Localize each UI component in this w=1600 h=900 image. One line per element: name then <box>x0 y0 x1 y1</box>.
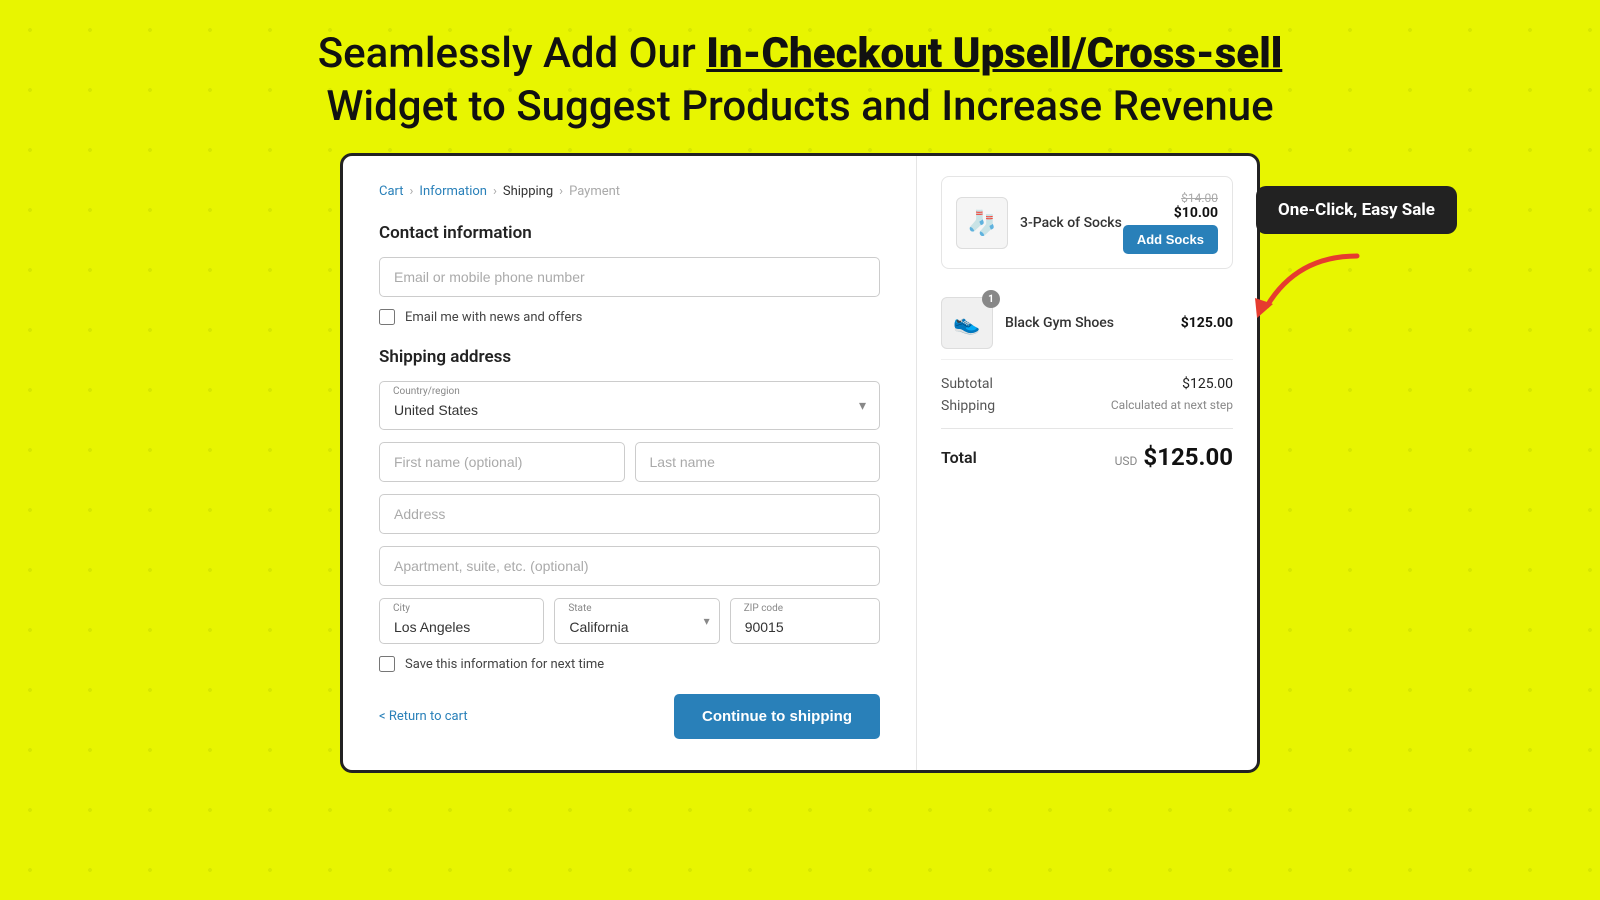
state-field: State California ▾ <box>554 598 719 644</box>
newsletter-label: Email me with news and offers <box>405 310 582 325</box>
contact-section-title: Contact information <box>379 223 880 243</box>
city-field: City <box>379 598 544 644</box>
continue-to-shipping-button[interactable]: Continue to shipping <box>674 694 880 739</box>
address-group <box>379 494 880 534</box>
city-label: City <box>393 603 410 614</box>
zip-label: ZIP code <box>744 603 783 614</box>
main-product-badge: 1 <box>982 290 1000 308</box>
upsell-product-card: 🧦 3-Pack of Socks $14.00 $10.00 Add Sock… <box>941 176 1233 269</box>
newsletter-row: Email me with news and offers <box>379 309 880 325</box>
zip-inner: ZIP code <box>730 598 880 644</box>
one-click-callout: One-Click, Easy Sale <box>1256 186 1457 234</box>
breadcrumb-shipping: Shipping <box>503 184 553 199</box>
callout-arrow-icon <box>1237 246 1367 326</box>
state-select[interactable]: California <box>554 598 719 644</box>
breadcrumb-sep-3: › <box>559 184 563 199</box>
city-inner: City <box>379 598 544 644</box>
main-product-image: 👟 1 <box>941 297 993 349</box>
zip-field: ZIP code <box>730 598 880 644</box>
main-product-left: 👟 1 Black Gym Shoes <box>941 297 1114 349</box>
main-product-price: $125.00 <box>1181 315 1233 331</box>
shoes-icon: 👟 <box>953 311 980 336</box>
total-right: USD $125.00 <box>1115 443 1233 471</box>
upsell-product-left: 🧦 3-Pack of Socks <box>956 197 1122 249</box>
apt-group <box>379 546 880 586</box>
breadcrumb-cart[interactable]: Cart <box>379 184 404 199</box>
upsell-price-old: $14.00 <box>1123 191 1218 205</box>
total-amount: $125.00 <box>1143 443 1233 471</box>
shipping-label: Shipping <box>941 398 995 414</box>
upsell-product-name: 3-Pack of Socks <box>1020 215 1122 231</box>
apt-input[interactable] <box>379 546 880 586</box>
socks-icon: 🧦 <box>967 209 997 237</box>
upsell-price-new: $10.00 <box>1123 205 1218 221</box>
add-socks-button[interactable]: Add Socks <box>1123 225 1218 254</box>
headline: Seamlessly Add Our In-Checkout Upsell/Cr… <box>278 0 1323 153</box>
total-currency: USD <box>1115 454 1138 468</box>
form-footer: < Return to cart Continue to shipping <box>379 694 880 739</box>
headline-prefix: Seamlessly Add Our <box>318 29 707 78</box>
country-select[interactable]: United States <box>379 381 880 430</box>
upsell-product-right: $14.00 $10.00 Add Socks <box>1123 191 1218 254</box>
breadcrumb-payment: Payment <box>569 184 620 199</box>
checkout-left-panel: Cart › Information › Shipping › Payment … <box>343 156 917 770</box>
first-name-input[interactable] <box>379 442 625 482</box>
save-info-row: Save this information for next time <box>379 656 880 672</box>
save-info-checkbox[interactable] <box>379 656 395 672</box>
subtotal-value: $125.00 <box>1182 376 1233 392</box>
name-row <box>379 442 880 482</box>
total-label: Total <box>941 448 977 467</box>
upsell-product-image: 🧦 <box>956 197 1008 249</box>
headline-bold: In-Checkout Upsell/Cross-sell <box>706 29 1282 78</box>
email-input[interactable] <box>379 257 880 297</box>
country-select-wrapper: Country/region United States ▾ <box>379 381 880 430</box>
headline-line2: Widget to Suggest Products and Increase … <box>326 82 1273 131</box>
last-name-input[interactable] <box>635 442 881 482</box>
main-product-row: 👟 1 Black Gym Shoes $125.00 <box>941 287 1233 360</box>
city-state-zip-row: City State California ▾ ZIP code <box>379 598 880 644</box>
subtotal-row: Subtotal $125.00 <box>941 376 1233 392</box>
breadcrumb: Cart › Information › Shipping › Payment <box>379 184 880 199</box>
shipping-note: Calculated at next step <box>1111 398 1233 414</box>
breadcrumb-sep-2: › <box>493 184 497 199</box>
total-row: Total USD $125.00 <box>941 428 1233 471</box>
subtotal-label: Subtotal <box>941 376 993 392</box>
breadcrumb-information[interactable]: Information <box>419 184 487 199</box>
address-input[interactable] <box>379 494 880 534</box>
main-product-name: Black Gym Shoes <box>1005 315 1114 331</box>
save-info-label: Save this information for next time <box>405 657 604 672</box>
checkout-right-panel: 🧦 3-Pack of Socks $14.00 $10.00 Add Sock… <box>917 156 1257 770</box>
shipping-section-title: Shipping address <box>379 347 880 367</box>
shipping-row: Shipping Calculated at next step <box>941 398 1233 414</box>
newsletter-checkbox[interactable] <box>379 309 395 325</box>
breadcrumb-sep-1: › <box>410 184 414 199</box>
email-group <box>379 257 880 297</box>
return-to-cart-link[interactable]: < Return to cart <box>379 709 468 724</box>
country-group: Country/region United States ▾ <box>379 381 880 430</box>
browser-frame: Cart › Information › Shipping › Payment … <box>340 153 1260 773</box>
